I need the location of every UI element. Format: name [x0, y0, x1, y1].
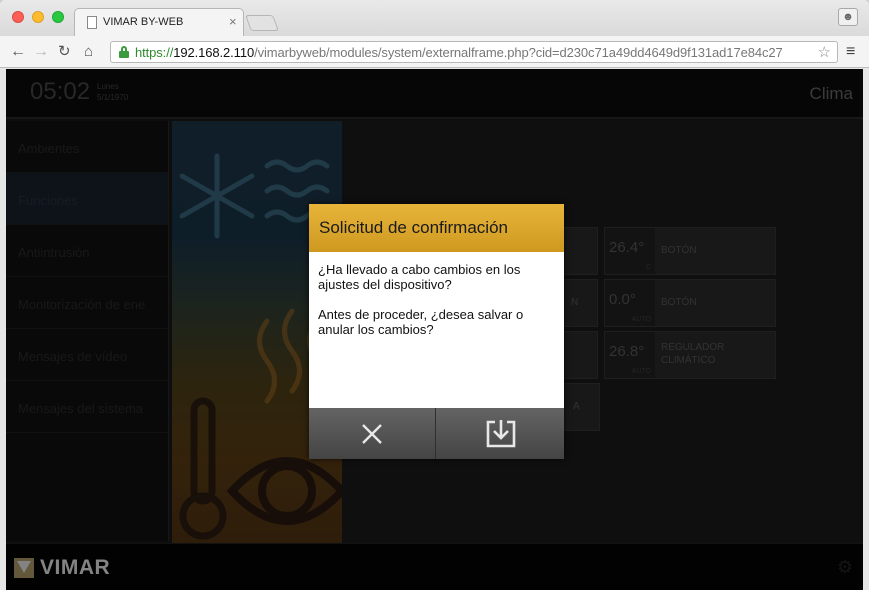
back-arrow-icon[interactable]: ← [10, 42, 26, 62]
lock-icon [119, 46, 129, 58]
reload-icon[interactable]: ↻ [58, 42, 71, 62]
close-icon [362, 423, 382, 444]
confirmation-dialog: Solicitud de confirmación ¿Ha llevado a … [309, 204, 564, 459]
browser-toolbar: ← → ↻ ⌂ https://192.168.2.110/vimarbyweb… [0, 36, 869, 68]
dialog-header: Solicitud de confirmación [309, 204, 564, 252]
tab-strip: VIMAR BY-WEB × ☻ [0, 0, 869, 36]
cancel-button[interactable] [309, 408, 436, 459]
url-host: 192.168.2.110 [173, 45, 255, 60]
dialog-actions [309, 408, 564, 459]
dialog-question: ¿Ha llevado a cabo cambios en los ajuste… [318, 262, 521, 292]
url-scheme: https:// [135, 45, 174, 60]
forward-arrow-icon[interactable]: → [33, 42, 49, 62]
star-icon[interactable]: ☆ [818, 43, 831, 61]
address-bar[interactable]: https://192.168.2.110/vimarbyweb/modules… [110, 41, 838, 63]
browser-window: VIMAR BY-WEB × ☻ ← → ↻ ⌂ https://192.168… [0, 0, 869, 590]
new-tab-button[interactable] [245, 15, 279, 31]
dialog-instruction: Antes de proceder, ¿desea salvar o anula… [318, 307, 524, 337]
page-icon [87, 16, 97, 29]
menu-icon[interactable]: ≡ [846, 43, 855, 61]
browser-tab[interactable]: VIMAR BY-WEB × [74, 8, 244, 36]
tab-close-icon[interactable]: × [229, 14, 237, 29]
tab-title: VIMAR BY-WEB [103, 16, 184, 28]
close-window-button[interactable] [12, 11, 24, 23]
url-text[interactable]: https://192.168.2.110/vimarbyweb/modules… [135, 45, 783, 60]
save-download-icon [486, 419, 515, 447]
dialog-message: ¿Ha llevado a cabo cambios en los ajuste… [318, 262, 556, 337]
zoom-window-button[interactable] [52, 11, 64, 23]
home-icon[interactable]: ⌂ [84, 42, 93, 62]
save-button[interactable] [437, 408, 564, 459]
url-path: /vimarbyweb/modules/system/externalframe… [254, 45, 783, 60]
minimize-window-button[interactable] [32, 11, 44, 23]
user-icon[interactable]: ☻ [838, 8, 858, 26]
vimar-app: 05:02 Lunes 5/1/1970 Clima Ambientes Fun… [6, 69, 863, 590]
dialog-title: Solicitud de confirmación [319, 218, 508, 237]
